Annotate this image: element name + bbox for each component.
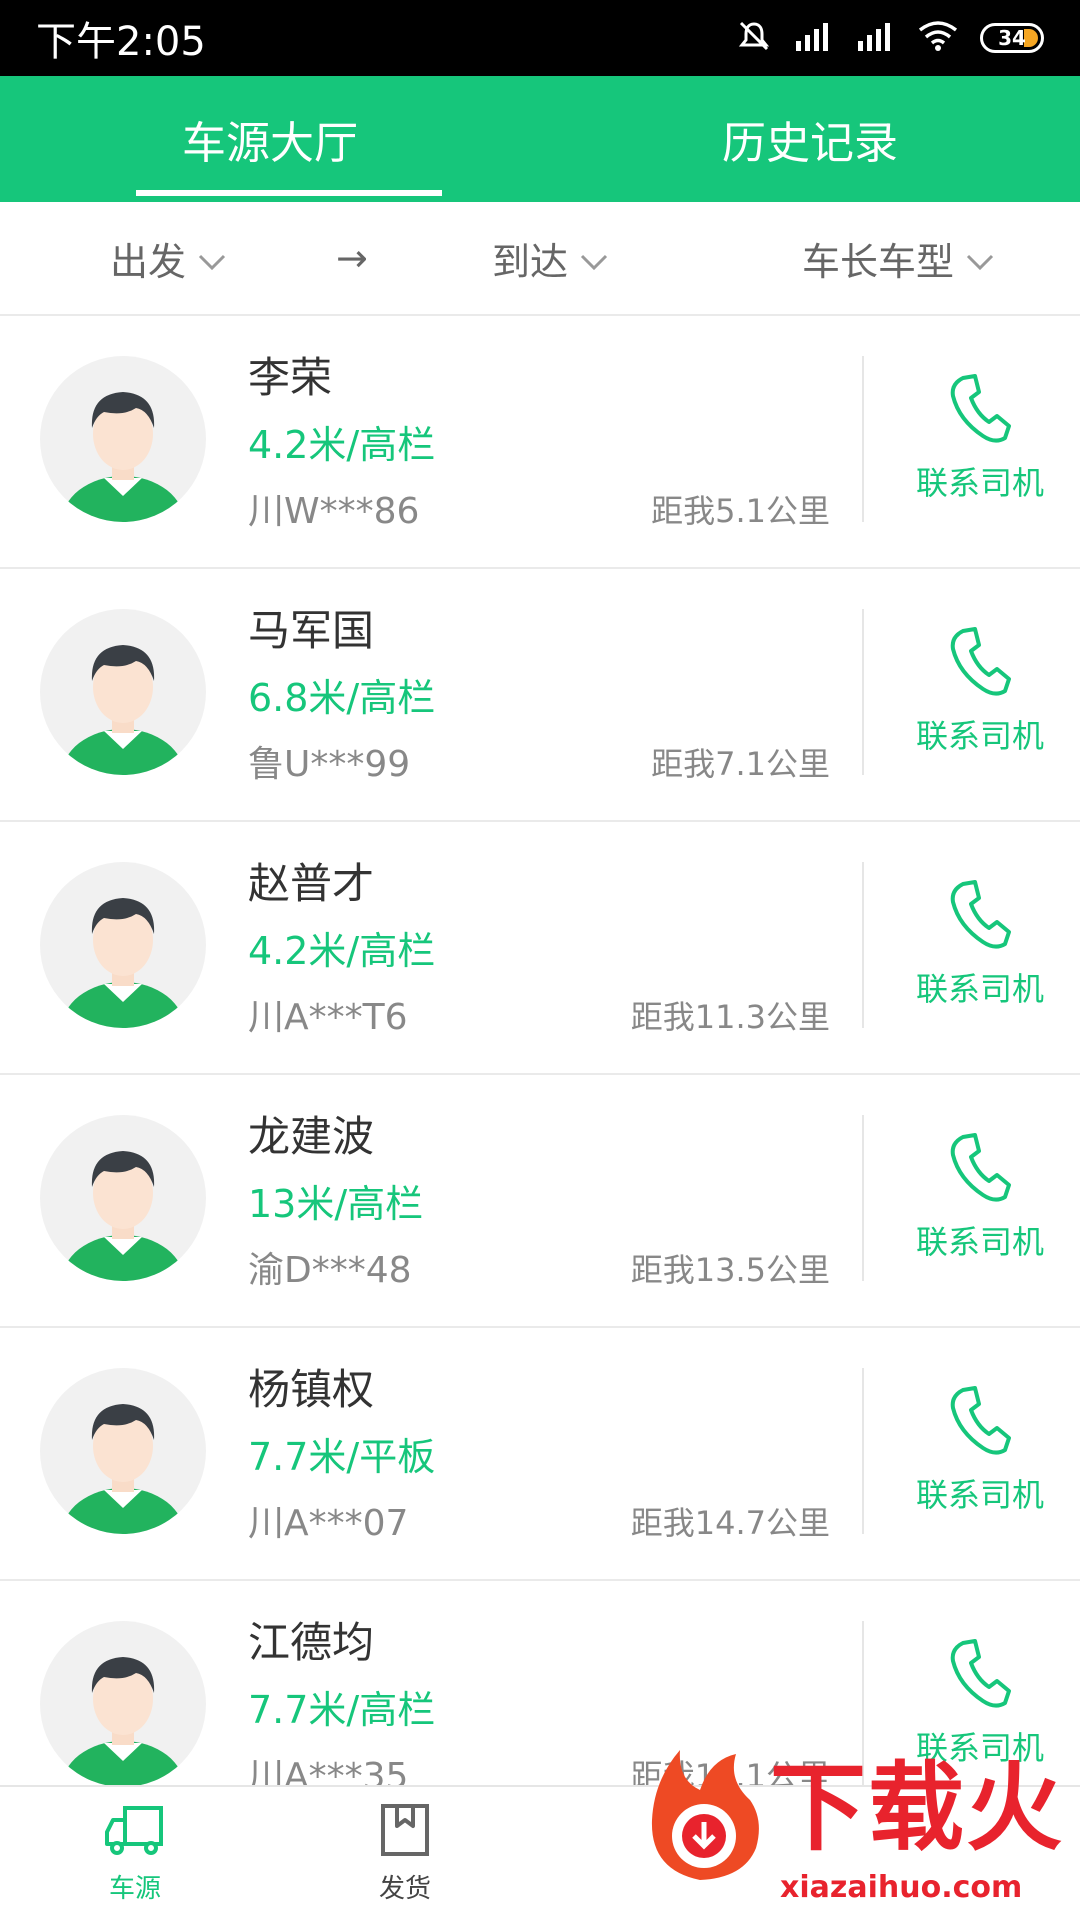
tab-label: 车源大厅: [182, 118, 358, 169]
contact-label: 联系司机: [915, 464, 1044, 502]
driver-card[interactable]: 马军国 6.8米/高栏 鲁U***99 距我7.1公里 联系司机: [0, 569, 1080, 822]
status-icons: 34: [736, 18, 1044, 58]
tab-history[interactable]: 历史记录: [540, 76, 1080, 202]
nav-item-vehicles[interactable]: 车源: [0, 1787, 270, 1920]
avatar: [40, 609, 206, 775]
battery-icon: 34: [980, 23, 1044, 53]
contact-driver-button[interactable]: 联系司机: [880, 876, 1080, 1026]
truck-icon: [103, 1802, 167, 1862]
filter-bar: 出发 → 到达 车长车型: [0, 202, 1080, 316]
contact-label: 联系司机: [915, 717, 1044, 755]
filter-vehicle-type[interactable]: 车长车型: [802, 202, 994, 314]
driver-card[interactable]: 李荣 4.2米/高栏 川W***86 距我5.1公里 联系司机: [0, 316, 1080, 569]
phone-icon: [945, 1635, 1015, 1717]
license-plate: 渝D***48: [248, 1250, 412, 1291]
phone-icon: [945, 370, 1015, 452]
vehicle-info: 4.2米/高栏: [248, 929, 436, 973]
mute-icon: [736, 18, 772, 58]
top-tab-bar: 车源大厅 历史记录: [0, 76, 1080, 202]
phone-icon: [945, 1382, 1015, 1464]
filter-label: 车长车型: [802, 239, 955, 284]
license-plate: 川W***86: [248, 491, 420, 532]
status-time: 下午2:05: [36, 19, 206, 65]
phone-icon: [945, 623, 1015, 705]
avatar: [40, 862, 206, 1028]
chevron-down-icon: [966, 236, 994, 280]
avatar: [40, 356, 206, 522]
contact-label: 联系司机: [915, 1223, 1044, 1261]
active-tab-indicator: [136, 190, 442, 196]
license-plate: 鲁U***99: [248, 744, 411, 785]
filter-label: 到达: [492, 239, 569, 284]
flame-logo-icon: [651, 1750, 759, 1880]
contact-driver-button[interactable]: 联系司机: [880, 1129, 1080, 1279]
driver-name: 马军国: [248, 606, 375, 655]
driver-card[interactable]: 杨镇权 7.7米/平板 川A***07 距我14.7公里 联系司机: [0, 1328, 1080, 1581]
divider: [862, 356, 864, 522]
distance: 距我13.5公里: [630, 1251, 830, 1289]
driver-name: 江德均: [248, 1618, 375, 1667]
chevron-down-icon: [580, 236, 608, 280]
driver-name: 赵普才: [248, 859, 375, 908]
signal-icon: [856, 21, 896, 55]
nav-label: 发货: [378, 1874, 431, 1904]
watermark: 下载火 xiazaihuo.com: [640, 1720, 1070, 1920]
filter-depart[interactable]: 出发: [110, 202, 226, 314]
book-icon: [377, 1802, 433, 1862]
avatar: [40, 1368, 206, 1534]
divider: [862, 1368, 864, 1534]
watermark-text: 下载火: [770, 1752, 1064, 1864]
contact-driver-button[interactable]: 联系司机: [880, 1382, 1080, 1532]
phone-icon: [945, 1129, 1015, 1211]
driver-name: 龙建波: [248, 1112, 375, 1161]
status-bar: 下午2:05 34: [0, 0, 1080, 76]
vehicle-info: 13米/高栏: [248, 1182, 424, 1226]
signal-icon: [794, 21, 834, 55]
nav-label: 车源: [108, 1874, 161, 1904]
driver-name: 李荣: [248, 353, 333, 402]
driver-name: 杨镇权: [248, 1365, 375, 1414]
watermark-url: xiazaihuo.com: [780, 1870, 1023, 1905]
divider: [862, 1115, 864, 1281]
distance: 距我11.3公里: [630, 998, 830, 1036]
chevron-down-icon: [198, 236, 226, 280]
vehicle-info: 7.7米/平板: [248, 1435, 436, 1479]
distance: 距我5.1公里: [651, 492, 830, 530]
vehicle-info: 4.2米/高栏: [248, 423, 436, 467]
contact-driver-button[interactable]: 联系司机: [880, 370, 1080, 520]
driver-card[interactable]: 赵普才 4.2米/高栏 川A***T6 距我11.3公里 联系司机: [0, 822, 1080, 1075]
wifi-icon: [918, 20, 958, 56]
phone-icon: [945, 876, 1015, 958]
divider: [862, 862, 864, 1028]
battery-level: 34: [998, 26, 1026, 50]
distance: 距我7.1公里: [651, 745, 830, 783]
filter-arrive[interactable]: 到达: [492, 202, 608, 314]
contact-driver-button[interactable]: 联系司机: [880, 623, 1080, 773]
tab-label: 历史记录: [722, 118, 898, 169]
driver-list: 李荣 4.2米/高栏 川W***86 距我5.1公里 联系司机 马军国 6.8米…: [0, 316, 1080, 1834]
filter-label: 出发: [110, 239, 187, 284]
license-plate: 川A***07: [248, 1503, 409, 1544]
tab-vehicle-hall[interactable]: 车源大厅: [0, 76, 540, 202]
avatar: [40, 1115, 206, 1281]
vehicle-info: 6.8米/高栏: [248, 676, 436, 720]
route-arrow: →: [336, 236, 368, 280]
avatar: [40, 1621, 206, 1787]
distance: 距我14.7公里: [630, 1504, 830, 1542]
divider: [862, 609, 864, 775]
license-plate: 川A***T6: [248, 997, 408, 1038]
contact-label: 联系司机: [915, 1476, 1044, 1514]
contact-label: 联系司机: [915, 970, 1044, 1008]
nav-item-ship[interactable]: 发货: [270, 1787, 540, 1920]
driver-card[interactable]: 龙建波 13米/高栏 渝D***48 距我13.5公里 联系司机: [0, 1075, 1080, 1328]
vehicle-info: 7.7米/高栏: [248, 1688, 436, 1732]
